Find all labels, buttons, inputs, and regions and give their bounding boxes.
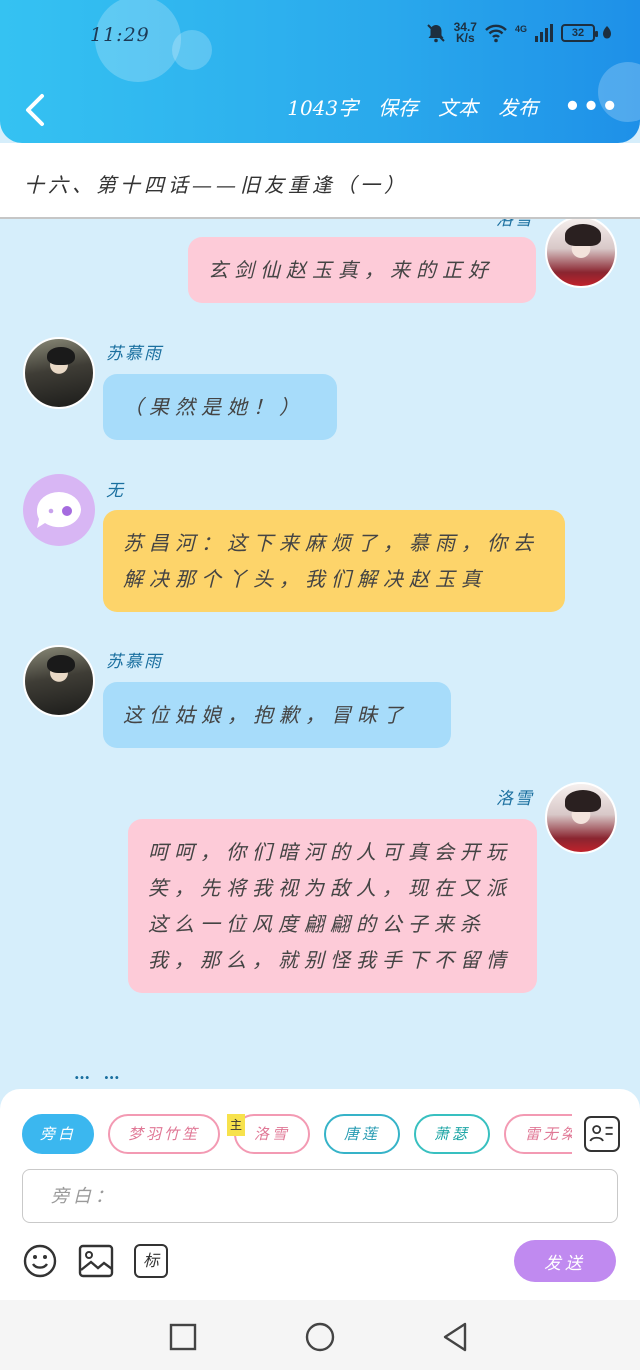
message-bubble[interactable]: （果然是她！） xyxy=(103,374,337,440)
battery-level: 32 xyxy=(571,27,585,39)
save-button[interactable]: 保存 xyxy=(378,92,418,121)
narrator-avatar[interactable] xyxy=(23,474,95,546)
image-icon[interactable] xyxy=(78,1243,114,1279)
network-type: 4G xyxy=(514,24,527,34)
chat-bubble-icon xyxy=(36,492,81,528)
publish-button[interactable]: 发布 xyxy=(498,92,538,121)
more-indicator: … … xyxy=(74,1064,124,1083)
speaker-name: 洛雪 xyxy=(496,789,534,809)
female-avatar[interactable] xyxy=(545,219,617,288)
chat-area[interactable]: 洛雪 玄剑仙赵玉真，来的正好 苏慕雨 （果然是她！） 无 苏昌河：这下来麻烦了，… xyxy=(0,219,640,1089)
text-button[interactable]: 文本 xyxy=(438,92,478,121)
role-selector[interactable]: 旁白 梦羽竹笙 洛雪 主 唐莲 萧瑟 雷无桀 xyxy=(22,1114,572,1156)
back-button[interactable] xyxy=(18,90,54,130)
message-input[interactable] xyxy=(22,1169,618,1223)
mute-bell-icon xyxy=(426,24,445,43)
composer-panel: 旁白 梦羽竹笙 洛雪 主 唐莲 萧瑟 雷无桀 标 发送 xyxy=(0,1089,640,1300)
home-button[interactable] xyxy=(303,1320,337,1354)
net-speed-unit: K/s xyxy=(455,31,475,45)
role-chip-narrator[interactable]: 旁白 xyxy=(22,1114,94,1154)
speaker-name: 无 xyxy=(106,481,125,501)
editor-toolbar: 1043字 保存 文本 发布 ••• xyxy=(0,84,640,136)
emoji-icon[interactable] xyxy=(22,1243,58,1279)
role-chip[interactable]: 萧瑟 xyxy=(414,1114,490,1154)
signal-icon xyxy=(535,24,553,42)
top-header: 11:29 34.7 K/s 4G 32 1043字 保存 文本 发布 ••• xyxy=(0,0,640,143)
wifi-icon xyxy=(485,24,507,43)
more-button[interactable]: ••• xyxy=(564,94,620,120)
role-chip[interactable]: 梦羽竹笙 xyxy=(108,1114,220,1154)
message-bubble[interactable]: 呵呵，你们暗河的人可真会开玩笑，先将我视为敌人，现在又派这么一位风度翩翩的公子来… xyxy=(128,819,537,993)
speaker-name: 苏慕雨 xyxy=(106,652,163,672)
male-avatar[interactable] xyxy=(23,645,95,717)
toolbar-actions: 1043字 保存 文本 发布 ••• xyxy=(287,92,620,121)
message-bubble[interactable]: 玄剑仙赵玉真，来的正好 xyxy=(188,237,536,303)
female-avatar[interactable] xyxy=(545,782,617,854)
chapter-title: 十六、第十四话——旧友重逢（一） xyxy=(24,173,408,197)
net-speed: 34.7 K/s xyxy=(454,21,477,45)
status-time: 11:29 xyxy=(90,24,150,46)
contacts-icon[interactable] xyxy=(584,1116,620,1152)
status-icons: 34.7 K/s 4G 32 xyxy=(425,21,612,45)
mark-button[interactable]: 标 xyxy=(134,1244,168,1278)
role-chip[interactable]: 唐莲 xyxy=(324,1114,400,1154)
send-button[interactable]: 发送 xyxy=(514,1240,616,1282)
role-chip[interactable]: 洛雪 xyxy=(234,1114,310,1154)
speaker-name: 苏慕雨 xyxy=(106,344,163,364)
back-nav-button[interactable] xyxy=(438,1320,472,1354)
word-count: 1043字 xyxy=(287,96,359,120)
message-bubble[interactable]: 这位姑娘，抱歉，冒昧了 xyxy=(103,682,451,748)
battery-icon: 32 xyxy=(561,24,598,42)
male-avatar[interactable] xyxy=(23,337,95,409)
message-bubble[interactable]: 苏昌河：这下来麻烦了，慕雨，你去解决那个丫头，我们解决赵玉真 xyxy=(103,510,565,612)
role-chip[interactable]: 雷无桀 xyxy=(504,1114,572,1154)
recent-apps-button[interactable] xyxy=(166,1320,200,1354)
decor-bubble xyxy=(172,30,212,70)
leaf-icon xyxy=(603,26,611,39)
speaker-name: 洛雪 xyxy=(496,219,534,230)
chapter-bar[interactable]: 十六、第十四话——旧友重逢（一） xyxy=(0,143,640,219)
main-role-tag: 主 xyxy=(227,1114,245,1136)
system-nav-bar xyxy=(0,1300,640,1370)
